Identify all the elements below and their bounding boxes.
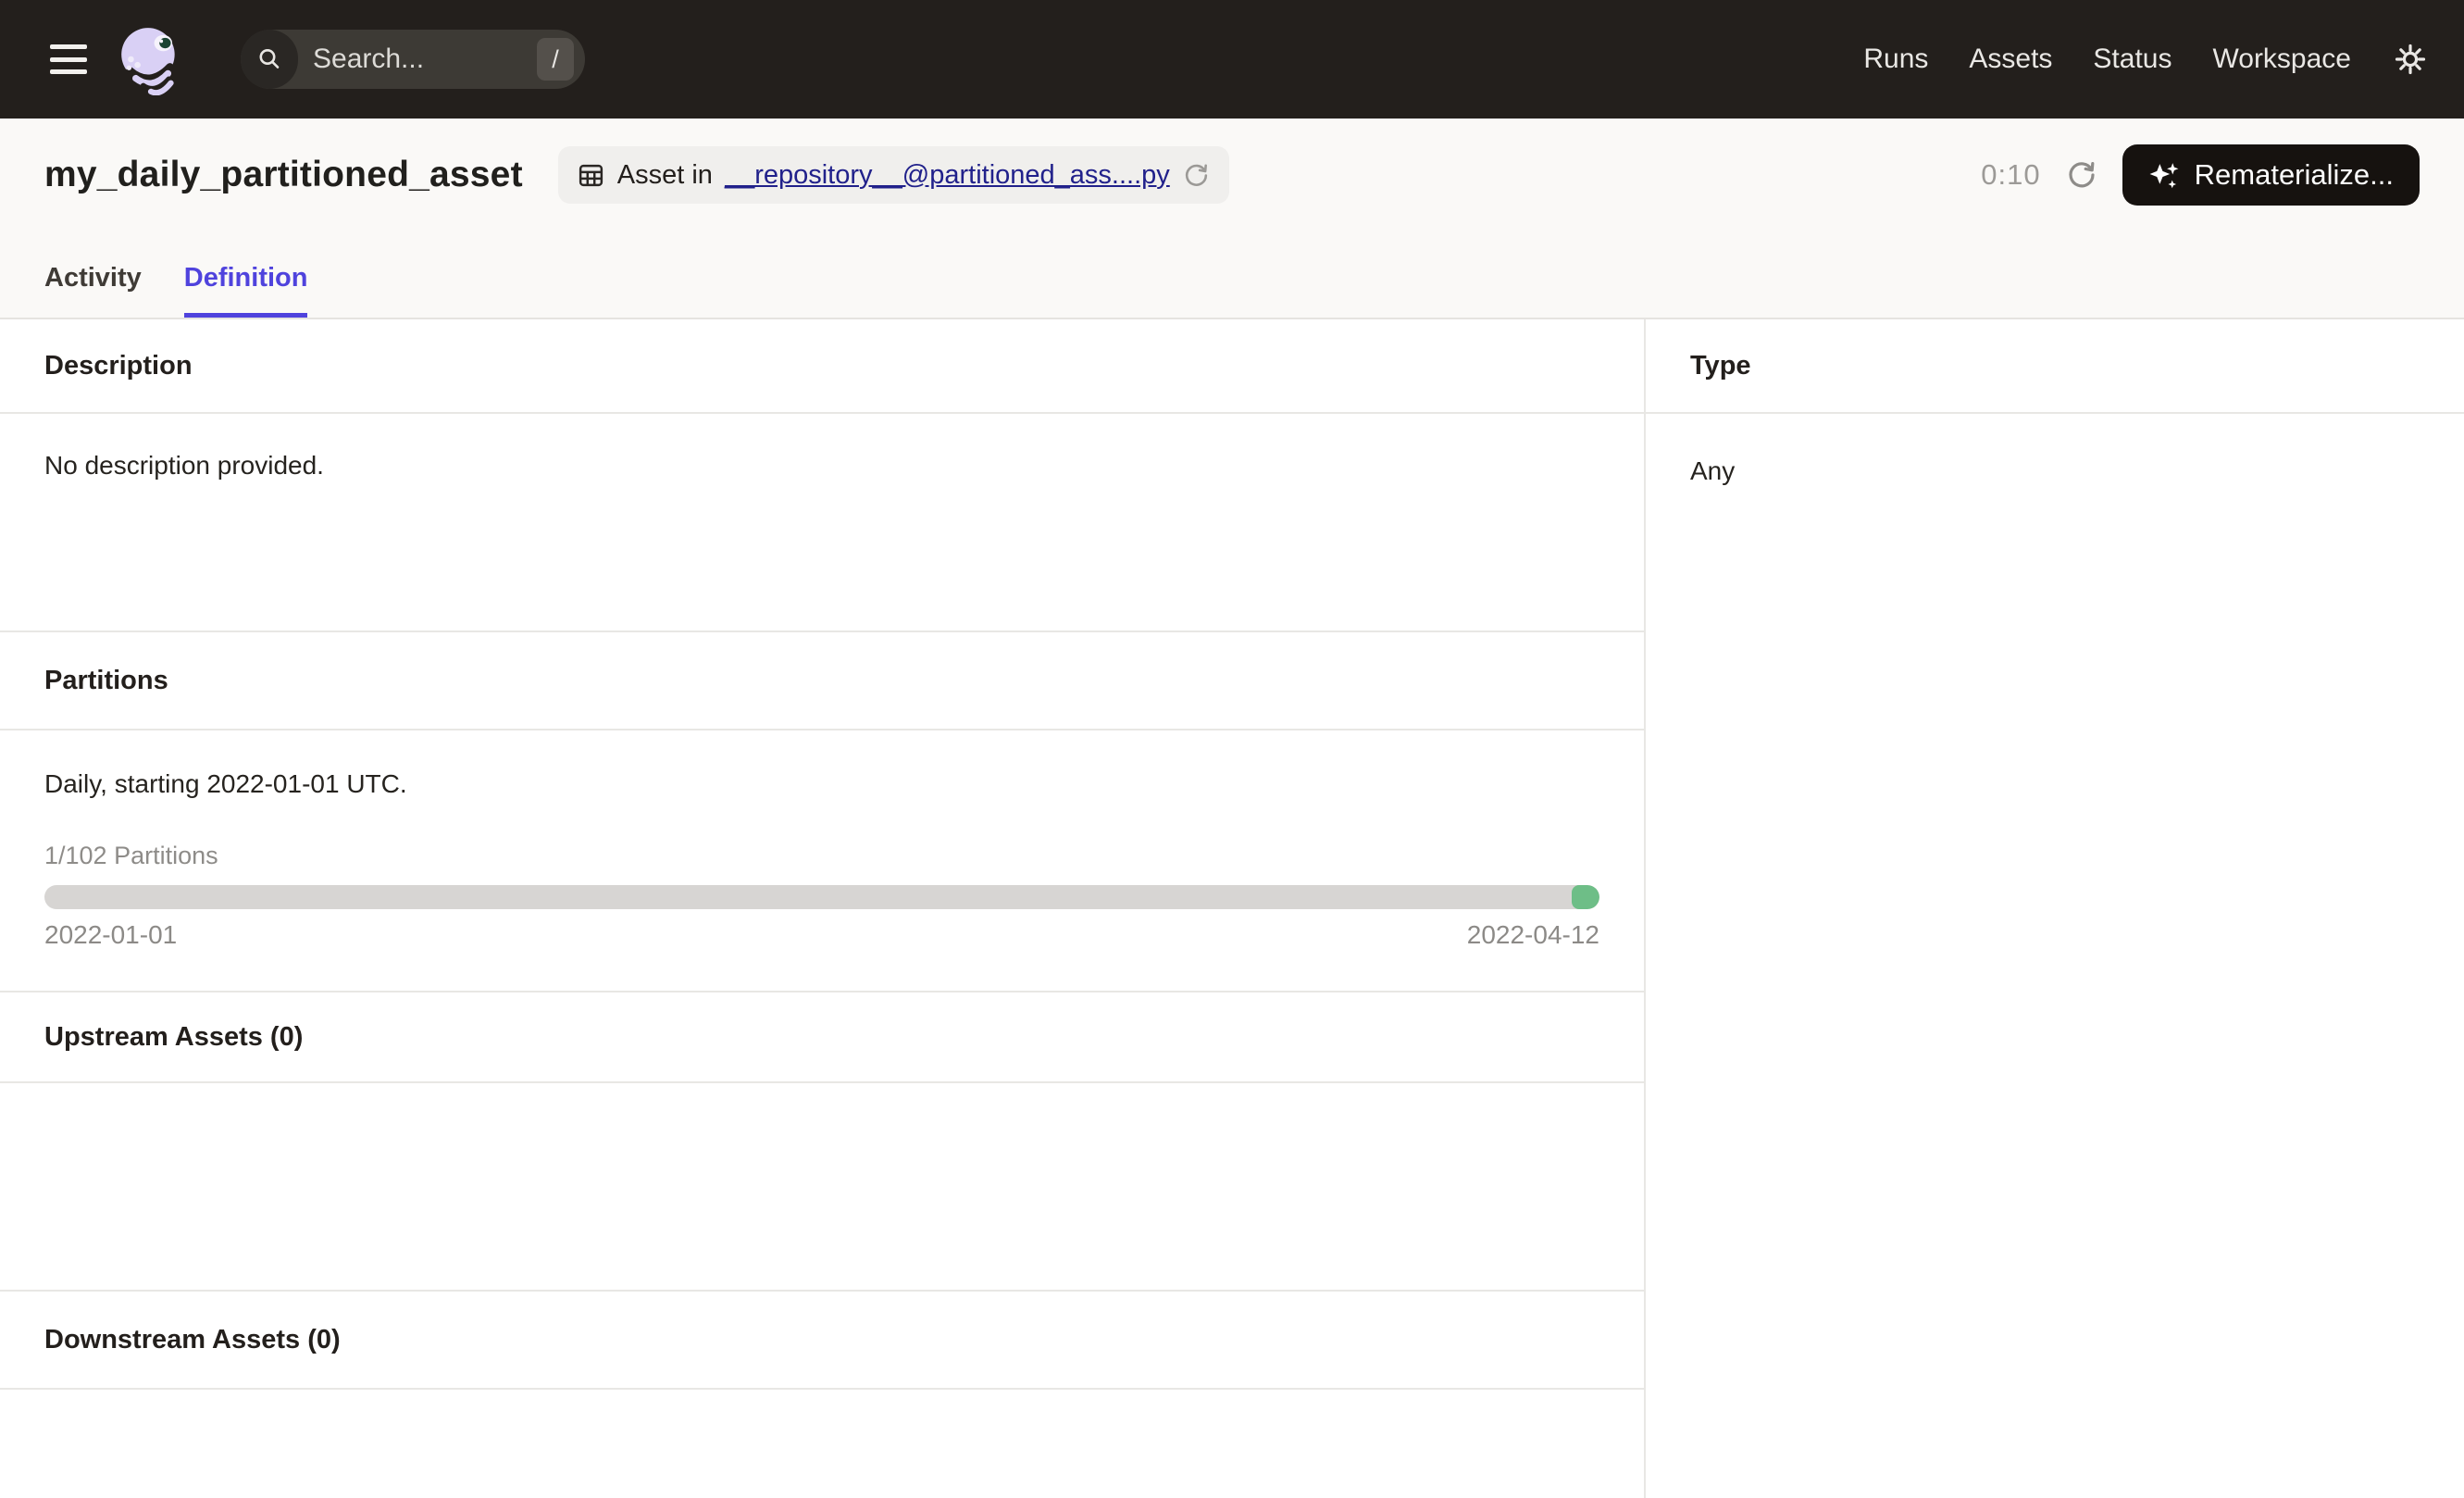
header-actions: 0:10 Rematerialize...	[1981, 144, 2420, 206]
top-nav-links: Runs Assets Status Workspace	[1863, 44, 2351, 75]
description-body: No description provided.	[0, 414, 1644, 632]
reload-location-icon[interactable]	[1182, 161, 1211, 190]
nav-status[interactable]: Status	[2093, 44, 2172, 75]
dagster-octopus-logo[interactable]	[115, 23, 187, 95]
settings-gear-icon[interactable]	[2392, 41, 2429, 78]
definition-content: Description No description provided. Par…	[0, 319, 2464, 1498]
sparkles-icon	[2148, 159, 2181, 192]
type-heading: Type	[1646, 319, 2464, 414]
asset-definition-tag: Asset in __repository__@partitioned_ass.…	[558, 146, 1229, 204]
refresh-countdown: 0:10	[1981, 158, 2040, 192]
title-row: my_daily_partitioned_asset Asset in __re…	[0, 119, 2464, 206]
refresh-icon[interactable]	[2065, 158, 2098, 192]
upstream-assets-heading: Upstream Assets (0)	[0, 992, 1644, 1083]
nav-runs[interactable]: Runs	[1863, 44, 1928, 75]
tab-definition[interactable]: Definition	[184, 250, 308, 318]
search-input[interactable]	[298, 44, 537, 75]
rematerialize-button[interactable]: Rematerialize...	[2122, 144, 2420, 206]
repository-icon	[577, 161, 605, 190]
partitions-heading: Partitions	[0, 632, 1644, 730]
tab-activity[interactable]: Activity	[44, 250, 142, 318]
rematerialize-label: Rematerialize...	[2195, 158, 2394, 192]
asset-in-label: Asset in	[617, 160, 713, 191]
asset-tabs: Activity Definition	[0, 250, 2464, 318]
partition-schedule-text: Daily, starting 2022-01-01 UTC.	[44, 769, 1599, 799]
asset-page-header: my_daily_partitioned_asset Asset in __re…	[0, 119, 2464, 319]
page-title: my_daily_partitioned_asset	[44, 155, 523, 195]
partition-range-row: 2022-01-01 2022-04-12	[44, 920, 1599, 950]
nav-assets[interactable]: Assets	[1969, 44, 2052, 75]
description-heading: Description	[0, 319, 1644, 414]
partition-progress-bar	[44, 885, 1599, 909]
global-search[interactable]: /	[241, 30, 585, 89]
partition-range-start: 2022-01-01	[44, 920, 177, 950]
type-value: Any	[1646, 414, 2464, 529]
top-navigation-bar: / Runs Assets Status Workspace	[0, 0, 2464, 119]
downstream-assets-heading: Downstream Assets (0)	[0, 1292, 1644, 1390]
definition-left-column: Description No description provided. Par…	[0, 319, 1646, 1498]
definition-right-column: Type Any	[1646, 319, 2464, 1498]
partition-count-label: 1/102 Partitions	[44, 842, 1599, 870]
nav-workspace[interactable]: Workspace	[2212, 44, 2351, 75]
search-shortcut-badge: /	[537, 38, 574, 81]
search-icon	[241, 30, 298, 89]
menu-icon[interactable]	[50, 44, 87, 74]
partitions-body: Daily, starting 2022-01-01 UTC. 1/102 Pa…	[0, 730, 1644, 992]
code-location-link[interactable]: __repository__@partitioned_ass....py	[725, 160, 1170, 191]
downstream-assets-body	[0, 1390, 1644, 1498]
upstream-assets-body	[0, 1083, 1644, 1292]
partition-range-end: 2022-04-12	[1467, 920, 1599, 950]
partition-progress-fill	[1572, 885, 1599, 909]
app-root: / Runs Assets Status Workspace my_daily_…	[0, 0, 2464, 1498]
